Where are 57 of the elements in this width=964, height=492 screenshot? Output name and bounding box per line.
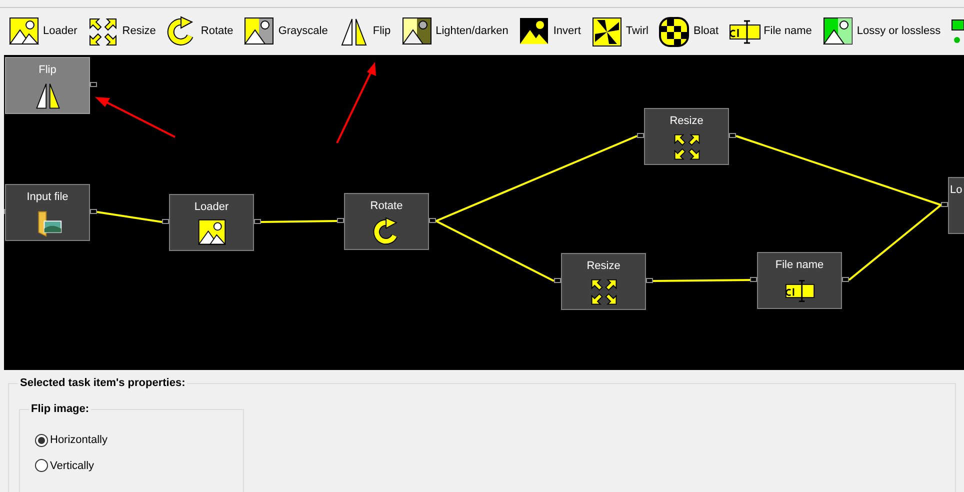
toolbar-button[interactable]: Loader [8, 16, 82, 48]
mountain-picture-icon [196, 218, 226, 248]
expand-arrows-icon [87, 16, 120, 48]
task-node[interactable]: Loader [169, 194, 254, 251]
checkered-ball-icon [658, 16, 690, 48]
task-node[interactable]: Flip [5, 57, 90, 114]
output-port[interactable] [646, 278, 653, 283]
radio-button[interactable] [35, 459, 48, 472]
task-node[interactable]: Lo [948, 177, 964, 234]
toolbar-button[interactable]: Grayscale [243, 16, 332, 48]
toolbar-button[interactable]: Lighten/darken [400, 16, 512, 48]
input-port[interactable] [162, 219, 169, 224]
toolbar-button[interactable]: Rotate [166, 16, 238, 48]
toolbar-button[interactable]: Resize [87, 16, 160, 48]
connector-line [96, 211, 162, 223]
input-port[interactable] [941, 202, 948, 207]
task-node[interactable]: Resize [561, 253, 646, 310]
node-title: Resize [670, 114, 704, 129]
node-title: Rotate [370, 199, 403, 214]
output-port[interactable] [90, 82, 97, 87]
input-port[interactable] [337, 218, 344, 223]
group-title: Flip image: [29, 401, 92, 418]
twirl-icon [590, 16, 623, 48]
output-port[interactable] [254, 219, 261, 224]
output-port[interactable] [429, 218, 436, 223]
lighten-picture-icon [400, 16, 433, 48]
radio-option[interactable]: Horizontally [35, 432, 243, 448]
grayscale-picture-icon [243, 16, 276, 48]
split-picture-icon [822, 16, 854, 48]
group-title: Selected task item's properties: [18, 375, 188, 392]
node-title: File name [775, 258, 824, 273]
input-port[interactable] [750, 277, 757, 282]
mountain-picture-icon [8, 16, 40, 48]
output-port[interactable] [90, 209, 97, 214]
toolbar-button[interactable]: Bloat [658, 16, 723, 48]
task-node[interactable]: File name [757, 252, 842, 309]
radio-option[interactable]: Vertically [35, 458, 243, 474]
toolbar-button[interactable]: Invert [518, 16, 585, 48]
node-title: Flip [38, 63, 56, 78]
node-title: Lo [949, 183, 962, 198]
node-title: Input file [26, 190, 68, 205]
expand-arrows-icon [672, 132, 702, 162]
input-port[interactable] [554, 278, 561, 283]
node-title: Resize [586, 259, 620, 274]
output-port[interactable] [842, 277, 849, 282]
task-node[interactable]: Resize [644, 108, 729, 165]
toolbar-button[interactable]: Lossy or lossless [822, 16, 945, 48]
toolbar-button[interactable]: Twirl [590, 16, 652, 48]
task-node[interactable]: Rotate [344, 193, 429, 250]
input-port[interactable] [637, 133, 644, 138]
node-title: Loader [194, 200, 229, 215]
toolbar-button[interactable]: Flip [338, 16, 395, 48]
task-node[interactable]: Input file [5, 184, 90, 241]
output-port[interactable] [729, 133, 736, 138]
expand-arrows-icon [588, 276, 618, 306]
radio-button[interactable] [35, 434, 48, 447]
toolbar-button[interactable]: File name [728, 16, 816, 48]
